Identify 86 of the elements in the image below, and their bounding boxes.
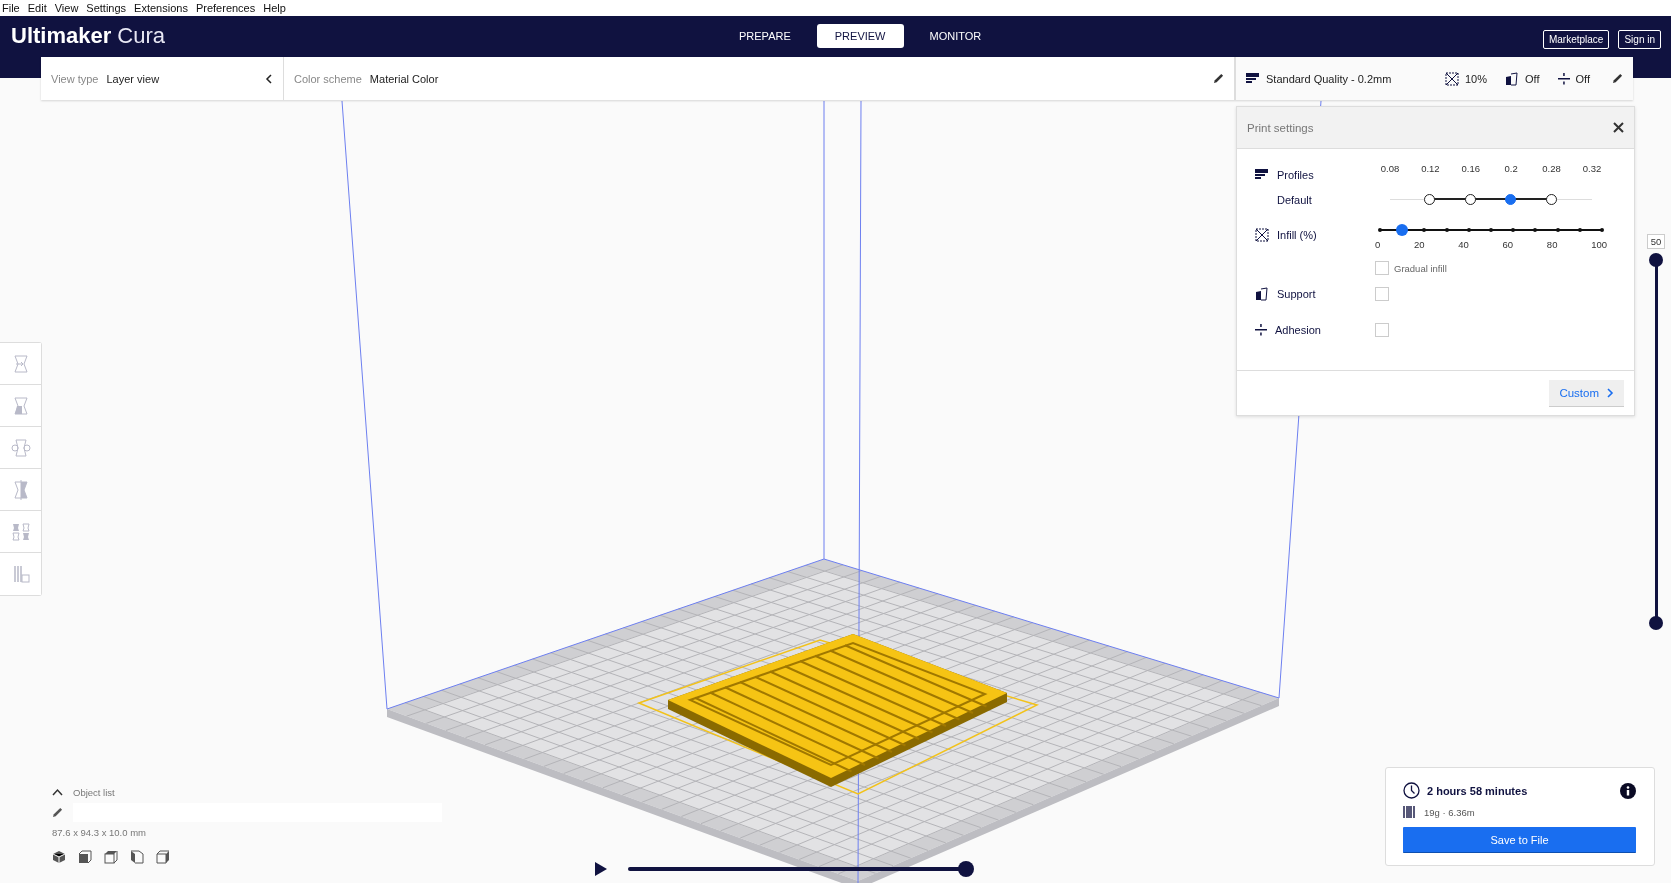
chevron-right-icon	[1607, 387, 1614, 398]
chevron-left-icon[interactable]	[265, 73, 273, 84]
material-usage: 19g · 6.36m	[1424, 806, 1475, 818]
layer-height-label: 0.12	[1420, 163, 1441, 176]
pencil-icon[interactable]	[1213, 73, 1224, 84]
settings-tool-icon	[10, 521, 31, 542]
layer-height-label: 0.08	[1379, 163, 1401, 176]
layer-height-label: 0.32	[1581, 163, 1603, 176]
save-to-file-button[interactable]: Save to File	[1403, 827, 1636, 853]
infill-icon	[1445, 71, 1459, 86]
menu-item[interactable]: Extensions	[134, 1, 188, 15]
layer-number: 50	[1646, 234, 1666, 249]
menu-item[interactable]: Edit	[27, 1, 47, 15]
stage-tab[interactable]: PREVIEW	[816, 24, 904, 48]
view-type-value[interactable]: Layer view	[106, 72, 160, 85]
profile-name: Default	[1277, 194, 1312, 206]
setting-label: Adhesion	[1275, 324, 1321, 336]
support-icon	[1255, 287, 1269, 301]
adhesion-icon	[1255, 323, 1267, 337]
setting-label: Infill (%)	[1277, 229, 1317, 241]
object-dimensions: 87.6 x 94.3 x 10.0 mm	[52, 826, 146, 838]
logo-text: Cura	[117, 23, 165, 49]
rotate-tool-icon	[10, 437, 31, 458]
profile-option[interactable]	[1464, 194, 1476, 205]
profile-icon	[1255, 169, 1269, 181]
adhesion-value: Off	[1575, 72, 1590, 85]
setting-label: Profiles	[1277, 169, 1314, 181]
tick-label: 40	[1458, 239, 1469, 250]
slider-handle[interactable]	[1396, 224, 1409, 236]
color-scheme-value[interactable]: Material Color	[369, 72, 439, 85]
menu-item[interactable]: Help	[263, 1, 286, 15]
setting-label: Support	[1277, 288, 1316, 300]
close-icon[interactable]	[1613, 122, 1624, 133]
menu-item[interactable]: View	[54, 1, 79, 15]
profile-option[interactable]	[1545, 194, 1557, 205]
play-icon[interactable]	[594, 861, 608, 877]
header-button[interactable]: Marketplace	[1542, 30, 1610, 49]
print-time: 2 hours 58 minutes	[1427, 784, 1528, 797]
tick-label: 60	[1502, 239, 1514, 250]
left-view-icon[interactable]	[130, 850, 144, 864]
checkbox-label: Gradual infill	[1394, 262, 1447, 274]
checkbox[interactable]	[1375, 323, 1389, 337]
stage-tab[interactable]: MONITOR	[911, 24, 1000, 48]
right-view-icon[interactable]	[156, 850, 170, 864]
info-icon[interactable]	[1620, 782, 1636, 799]
front-view-icon[interactable]	[78, 850, 92, 864]
infill-value: 10%	[1465, 72, 1488, 85]
object-list-title[interactable]: Object list	[73, 786, 115, 798]
3d-view-icon[interactable]	[52, 850, 66, 864]
tick-label: 0	[1375, 239, 1381, 250]
infill-slider[interactable]	[1380, 223, 1602, 237]
chevron-up-icon[interactable]	[52, 788, 63, 796]
tick-label: 20	[1414, 239, 1425, 250]
tick-label: 80	[1546, 239, 1558, 250]
top-view-icon[interactable]	[104, 850, 118, 864]
field-label: View type	[51, 72, 99, 85]
header-button[interactable]: Sign in	[1618, 30, 1661, 49]
checkbox[interactable]	[1375, 261, 1389, 275]
custom-button[interactable]: Custom	[1549, 379, 1624, 407]
menu-item[interactable]: Preferences	[195, 1, 256, 15]
menu-item[interactable]: Settings	[86, 1, 127, 15]
clock-icon	[1403, 782, 1420, 799]
slider-handle[interactable]	[1649, 253, 1663, 267]
material-spool-icon	[1403, 805, 1417, 819]
pencil-icon[interactable]	[1612, 73, 1623, 84]
support-value: Off	[1525, 72, 1540, 85]
infill-icon	[1255, 228, 1269, 242]
layer-height-label: 0.16	[1460, 163, 1482, 176]
layer-height-label: 0.2	[1503, 163, 1519, 176]
checkbox[interactable]	[1375, 287, 1389, 301]
menu-item[interactable]: File	[2, 1, 20, 15]
stage-tab[interactable]: PREPARE	[721, 24, 809, 48]
support-icon	[1505, 71, 1520, 86]
field-label: Color scheme	[294, 72, 362, 85]
layer-height-label: 0.28	[1541, 163, 1562, 176]
quality-profile[interactable]: Standard Quality - 0.2mm	[1266, 72, 1392, 85]
layer-slider[interactable]	[1649, 253, 1663, 630]
adhesion-icon	[1557, 71, 1570, 86]
logo-text: Ultimaker	[11, 23, 112, 49]
pencil-icon[interactable]	[52, 806, 63, 818]
profile-option[interactable]	[1424, 194, 1436, 205]
slider-handle[interactable]	[958, 861, 974, 877]
slider-handle[interactable]	[1649, 616, 1663, 630]
tick-label: 100	[1591, 239, 1607, 250]
profile-icon	[1246, 72, 1260, 85]
panel-title: Print settings	[1247, 121, 1314, 134]
